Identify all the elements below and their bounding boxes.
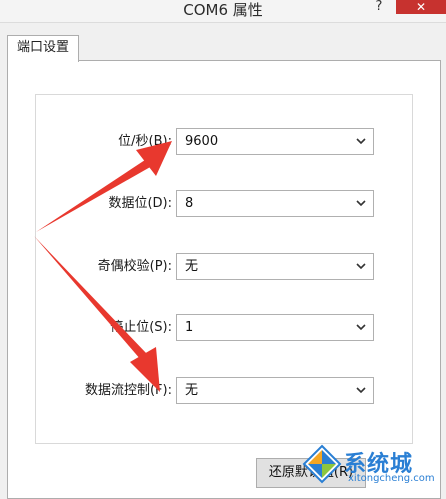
parity-select[interactable]: 无 [176,253,374,280]
stop-bits-select[interactable]: 1 [176,314,374,341]
watermark: 系统城 xitongcheng.com [300,440,446,497]
tab-label: 端口设置 [16,40,69,55]
tab-port-settings[interactable]: 端口设置 [7,35,79,62]
flow-control-value: 无 [185,383,199,398]
parity-value: 无 [185,259,199,274]
baud-rate-select[interactable]: 9600 [176,128,374,155]
chevron-down-icon [356,200,366,207]
data-bits-select[interactable]: 8 [176,190,374,217]
chevron-down-icon [356,138,366,145]
flow-control-label: 数据流控制(F): [84,383,172,398]
data-bits-label: 数据位(D): [108,196,172,211]
title-bar: COM6 属性 ? ✕ [0,0,446,23]
help-button[interactable]: ? [370,0,388,16]
close-button[interactable]: ✕ [396,0,446,14]
baud-rate-label: 位/秒(B): [118,134,172,149]
watermark-logo-icon [302,444,342,484]
data-bits-value: 8 [185,196,194,211]
stop-bits-value: 1 [185,320,194,335]
stop-bits-label: 停止位(S): [110,320,172,335]
chevron-down-icon [356,263,366,270]
parity-label: 奇偶校验(P): [97,259,172,274]
chevron-down-icon [356,387,366,394]
flow-control-select[interactable]: 无 [176,377,374,404]
watermark-url: xitongcheng.com [348,473,435,484]
baud-rate-value: 9600 [185,134,219,149]
chevron-down-icon [356,324,366,331]
